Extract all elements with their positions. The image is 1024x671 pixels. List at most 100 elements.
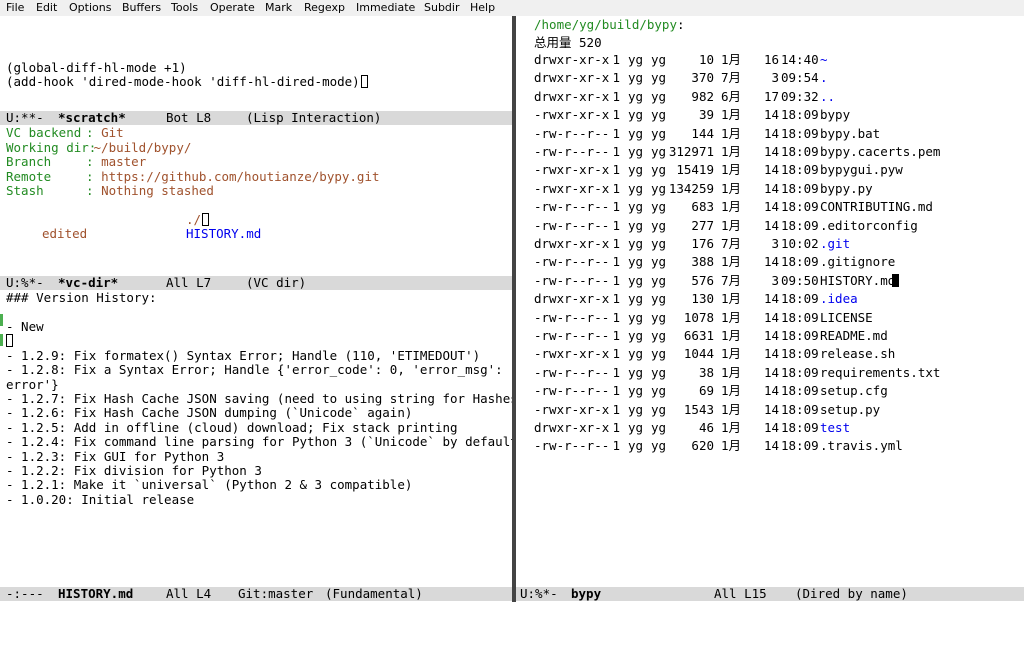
dired-file-row[interactable]: -rwxr-xr-x 1 yg yg 1543 1月 14 18:09 setup.py xyxy=(516,401,1024,419)
dired-size: 576 xyxy=(691,272,714,288)
dired-file-row[interactable]: drwxr-xr-x 1 yg yg 370 7月 3 09:54. xyxy=(516,69,1024,87)
modeline-buffer-name[interactable]: bypy xyxy=(571,587,601,601)
menu-buffers[interactable]: Buffers xyxy=(122,1,161,14)
dired-file-name[interactable]: bypy xyxy=(820,106,850,124)
dired-file-name[interactable]: . xyxy=(820,69,828,87)
dired-day: 14 xyxy=(763,125,779,141)
history-line: - 1.0.20: Initial release xyxy=(6,492,195,507)
history-line: - 1.2.5: Add in offline (cloud) download… xyxy=(6,420,458,435)
text-cursor xyxy=(360,75,368,88)
dired-file-row[interactable]: -rw-r--r-- 1 yg yg 38 1月 14 18:09 requirements.t… xyxy=(516,364,1024,382)
menu-mark[interactable]: Mark xyxy=(265,1,292,14)
dired-link-count: 1 xyxy=(612,217,620,233)
modeline-buffer-name[interactable]: *scratch* xyxy=(58,111,126,125)
dired-month: 1月 xyxy=(721,107,742,123)
dired-file-row[interactable]: -rw-r--r-- 1 yg yg 576 7月 3 09:50 HISTORY.md xyxy=(516,272,1024,290)
modeline-buffer-name[interactable]: *vc-dir* xyxy=(58,276,118,290)
menu-edit[interactable]: Edit xyxy=(36,1,57,14)
dired-file-row[interactable]: -rw-r--r-- 1 yg yg 1078 1月 14 18:09 LICENSE xyxy=(516,309,1024,327)
vc-dir-window[interactable]: VC backend: Git Working dir: ~/build/bypy… xyxy=(0,125,512,275)
dired-file-row[interactable]: -rwxr-xr-x 1 yg yg 1044 1月 14 18:09 release.sh xyxy=(516,345,1024,363)
dired-month: 1月 xyxy=(721,217,742,233)
dired-file-name[interactable]: bypy.cacerts.pem xyxy=(820,143,940,161)
dired-link-count: 1 xyxy=(612,309,620,325)
dired-file-row[interactable]: -rw-r--r-- 1 yg yg 620 1月 14 18:09 .travis.yml xyxy=(516,437,1024,455)
dired-file-row[interactable]: drwxr-xr-x 1 yg yg 10 1月 16 14:40 ~ xyxy=(516,51,1024,69)
dired-file-row[interactable]: -rwxr-xr-x 1 yg yg 15419 1月 14 18:09 bypygui.pyw xyxy=(516,161,1024,179)
dired-size: 1543 xyxy=(683,401,714,417)
dired-file-row[interactable]: -rw-r--r-- 1 yg yg 277 1月 14 18:09 .editorconfig xyxy=(516,217,1024,235)
dired-month: 1月 xyxy=(721,199,742,215)
menu-file[interactable]: File xyxy=(6,1,24,14)
minibuffer[interactable] xyxy=(0,602,1024,617)
menu-subdir[interactable]: Subdir xyxy=(424,1,460,14)
dired-file-row[interactable]: drwxr-xr-x 1 yg yg 130 1月 14 18:09 .idea xyxy=(516,290,1024,308)
dired-file-row[interactable]: -rwxr-xr-x 1 yg yg 134259 1月 14 18:09 bypy.py xyxy=(516,180,1024,198)
dired-file-name[interactable]: release.sh xyxy=(820,345,895,363)
dired-file-row[interactable]: -rw-r--r-- 1 yg yg 683 1月 14 18:09 CONTRIBUTING.… xyxy=(516,198,1024,216)
menu-immediate[interactable]: Immediate xyxy=(356,1,415,14)
modeline-major-mode[interactable]: (VC dir) xyxy=(246,276,306,290)
dired-file-name[interactable]: .travis.yml xyxy=(820,437,903,455)
dired-file-name[interactable]: README.md xyxy=(820,327,888,345)
dired-time: 18:09 xyxy=(781,383,819,399)
dired-file-name[interactable]: bypy.py xyxy=(820,180,873,198)
dired-file-name[interactable]: setup.py xyxy=(820,401,880,419)
dired-file-name[interactable]: requirements.txt xyxy=(820,364,940,382)
dired-day: 14 xyxy=(763,401,779,417)
dired-file-row[interactable]: -rw-r--r-- 1 yg yg 312971 1月 14 18:09 bypy.cacer… xyxy=(516,143,1024,161)
history-line: - 1.2.8: Fix a Syntax Error; Handle {'er… xyxy=(6,362,512,377)
menu-options[interactable]: Options xyxy=(69,1,111,14)
modeline-buffer-name[interactable]: HISTORY.md xyxy=(58,587,133,601)
modeline-major-mode[interactable]: (Lisp Interaction) xyxy=(246,111,381,125)
dired-permissions: -rw-r--r-- xyxy=(534,217,610,233)
history-modeline[interactable]: -:--- HISTORY.md All L4 Git:master (Fund… xyxy=(0,587,512,601)
dired-file-row[interactable]: -rwxr-xr-x 1 yg yg 39 1月 14 18:09 bypy xyxy=(516,106,1024,124)
vc-file-name[interactable]: HISTORY.md xyxy=(186,227,261,241)
dired-link-count: 1 xyxy=(612,125,620,141)
vc-dir-entry[interactable]: ./ xyxy=(186,213,210,227)
dired-file-name[interactable]: ~ xyxy=(820,51,828,69)
dired-modeline[interactable]: U:%*- bypy All L15 (Dired by name) xyxy=(516,587,1024,601)
dired-file-row[interactable]: drwxr-xr-x 1 yg yg 982 6月 17 09:32.. xyxy=(516,88,1024,106)
dired-window[interactable]: /home/yg/build/bypy: 总用量 520 drwxr-xr-x 1… xyxy=(516,16,1024,587)
dired-file-name[interactable]: .editorconfig xyxy=(820,217,918,235)
vc-dir-modeline[interactable]: U:%*- *vc-dir* All L7 (VC dir) xyxy=(0,276,512,290)
dired-file-row[interactable]: drwxr-xr-x 1 yg yg 46 1月 14 18:09 test xyxy=(516,419,1024,437)
dired-file-name[interactable]: bypy.bat xyxy=(820,125,880,143)
dired-link-count: 1 xyxy=(612,88,620,104)
dired-file-row[interactable]: -rw-r--r-- 1 yg yg 6631 1月 14 18:09 README.md xyxy=(516,327,1024,345)
menu-tools[interactable]: Tools xyxy=(171,1,198,14)
dired-file-name[interactable]: bypygui.pyw xyxy=(820,161,903,179)
dired-file-row[interactable]: -rw-r--r-- 1 yg yg 69 1月 14 18:09 setup.cfg xyxy=(516,382,1024,400)
dired-file-name[interactable]: CONTRIBUTING.md xyxy=(820,198,933,216)
dired-month: 6月 xyxy=(721,88,742,104)
history-window[interactable]: ### Version History: - New - 1.2.9: Fix fo… xyxy=(0,290,512,587)
scratch-window[interactable]: (global-diff-hl-mode +1) (add-hook 'dire… xyxy=(0,16,512,111)
dired-file-row[interactable]: drwxr-xr-x 1 yg yg 176 7月 3 10:02 .git xyxy=(516,235,1024,253)
modeline-major-mode[interactable]: (Fundamental) xyxy=(325,587,423,601)
dired-file-name[interactable]: .idea xyxy=(820,290,858,308)
dired-owner: yg xyxy=(628,309,644,325)
vc-field-key: Remote xyxy=(6,168,52,184)
dired-day: 14 xyxy=(763,162,779,178)
menu-help[interactable]: Help xyxy=(470,1,495,14)
dired-file-name[interactable]: .gitignore xyxy=(820,253,895,271)
dired-file-name[interactable]: .git xyxy=(820,235,850,253)
dired-file-name[interactable]: test xyxy=(820,419,850,437)
dired-owner: yg xyxy=(628,254,644,270)
dired-file-name[interactable]: LICENSE xyxy=(820,309,873,327)
scratch-modeline[interactable]: U:**- *scratch* Bot L8 (Lisp Interaction… xyxy=(0,111,512,125)
menu-regexp[interactable]: Regexp xyxy=(304,1,345,14)
dired-file-name[interactable]: setup.cfg xyxy=(820,382,888,400)
dired-day: 3 xyxy=(771,70,779,86)
dired-file-row[interactable]: -rw-r--r-- 1 yg yg 144 1月 14 18:09 bypy.bat xyxy=(516,125,1024,143)
dired-file-row[interactable]: -rw-r--r-- 1 yg yg 388 1月 14 18:09 .gitignore xyxy=(516,253,1024,271)
modeline-major-mode[interactable]: (Dired by name) xyxy=(795,587,908,601)
dired-month: 1月 xyxy=(721,420,742,435)
dired-file-name[interactable]: .. xyxy=(820,88,835,106)
menu-operate[interactable]: Operate xyxy=(210,1,255,14)
dired-permissions: -rwxr-xr-x xyxy=(534,346,610,362)
modeline-vc-branch[interactable]: Git:master xyxy=(238,587,313,601)
dired-file-name[interactable]: HISTORY.md xyxy=(820,272,895,290)
